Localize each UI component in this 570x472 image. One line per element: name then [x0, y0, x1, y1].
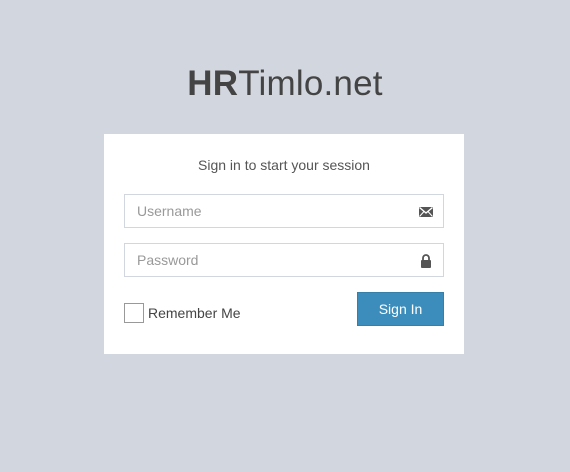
sign-in-button[interactable]: Sign In — [357, 292, 444, 326]
remember-me-checkbox[interactable] — [124, 303, 144, 323]
username-input[interactable] — [125, 195, 405, 227]
login-box-message: Sign in to start your session — [198, 157, 370, 173]
envelope-icon — [418, 204, 434, 220]
username-field — [124, 194, 444, 228]
remember-me[interactable]: Remember Me — [124, 302, 241, 324]
logo-bold-text: HR — [187, 64, 239, 103]
remember-me-label[interactable]: Remember Me — [148, 305, 241, 321]
password-field — [124, 243, 444, 277]
password-input[interactable] — [125, 244, 405, 276]
logo-light-text: Timlo.net — [238, 64, 383, 103]
lock-icon — [418, 253, 434, 269]
app-logo[interactable]: HRTimlo.net — [0, 64, 570, 104]
login-box: Sign in to start your session Remember M… — [104, 134, 464, 354]
